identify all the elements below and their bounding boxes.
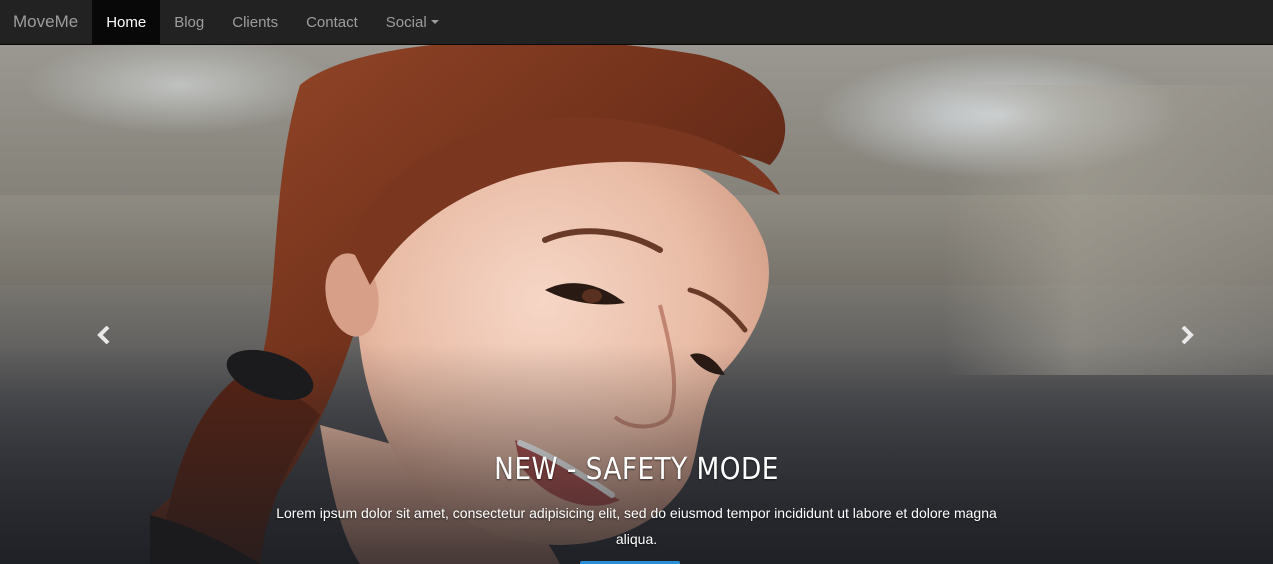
hero-carousel: NEW - SAFETY MODE Lorem ipsum dolor sit … (0, 45, 1273, 564)
caret-down-icon (430, 20, 439, 24)
nav-item-social-label: Social (385, 13, 427, 31)
top-navbar: MoveMe Home Blog Clients Contact Social (0, 0, 1273, 45)
nav-item-contact[interactable]: Contact (292, 0, 372, 44)
caption-title: NEW - SAFETY MODE (494, 452, 779, 487)
carousel-caption: NEW - SAFETY MODE Lorem ipsum dolor sit … (0, 450, 1273, 552)
chevron-left-icon (97, 326, 110, 344)
nav-item-clients[interactable]: Clients (218, 0, 292, 44)
carousel-next-button[interactable] (1172, 320, 1202, 350)
nav-item-blog[interactable]: Blog (160, 0, 218, 44)
chevron-right-icon (1181, 326, 1194, 344)
nav-item-social[interactable]: Social (372, 0, 453, 44)
carousel-prev-button[interactable] (89, 320, 119, 350)
nav-item-home[interactable]: Home (92, 0, 161, 44)
caption-text: Lorem ipsum dolor sit amet, consectetur … (276, 505, 997, 547)
main-nav: Home Blog Clients Contact Social (92, 0, 452, 44)
brand-link[interactable]: MoveMe (0, 0, 92, 44)
